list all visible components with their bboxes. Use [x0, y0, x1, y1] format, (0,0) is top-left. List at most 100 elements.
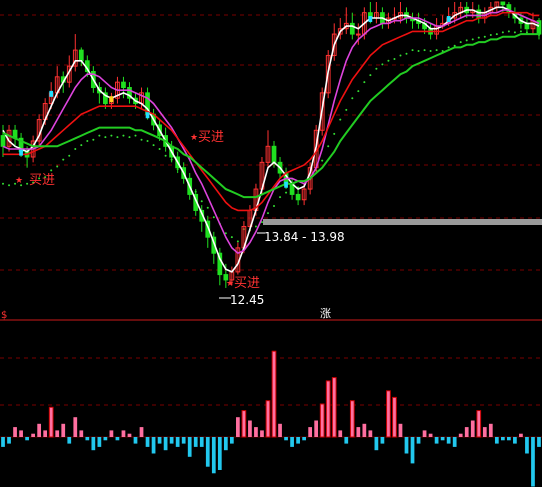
histogram-bar	[325, 380, 331, 438]
histogram-bar	[368, 430, 373, 437]
candle-marker	[49, 90, 54, 97]
color-markers	[19, 16, 451, 188]
histogram-bar	[265, 400, 271, 438]
band-dot	[164, 154, 167, 157]
histogram-bar	[241, 410, 247, 438]
band-dot	[110, 134, 113, 137]
signal-marker: ★	[15, 176, 23, 186]
volume-histogram	[0, 350, 542, 487]
signal-marker: ★	[226, 279, 234, 289]
band-dot	[351, 97, 354, 100]
band-dot	[447, 46, 450, 49]
candle-body	[349, 22, 355, 35]
histogram-bar	[349, 400, 355, 438]
histogram-bar	[223, 437, 228, 451]
histogram-bar	[217, 437, 222, 470]
band-dot	[513, 31, 516, 34]
histogram-bar	[73, 417, 78, 437]
band-dot	[8, 184, 11, 187]
band-dot	[393, 58, 396, 61]
histogram-bar	[133, 437, 138, 444]
band-dot	[230, 236, 233, 239]
candle-body	[295, 193, 301, 201]
histogram-bar	[290, 437, 294, 447]
band-dot	[465, 39, 468, 42]
candle-body	[78, 49, 84, 62]
band-dot	[399, 54, 402, 57]
histogram-bar	[500, 437, 505, 441]
low-label: 12.45	[230, 293, 264, 307]
histogram-bar	[464, 427, 469, 437]
histogram-bar	[488, 423, 493, 437]
band-dot	[411, 49, 414, 52]
band-dot	[26, 182, 29, 185]
histogram-bar	[410, 437, 415, 464]
signal-label: 买进	[29, 173, 55, 188]
candle-marker	[109, 96, 114, 103]
band-dot	[345, 108, 348, 111]
histogram-bar	[284, 437, 288, 441]
histogram-bar	[121, 430, 126, 437]
band-dot	[477, 36, 480, 39]
histogram-bar	[211, 437, 216, 474]
lower-indicator-label: 涨	[320, 307, 331, 320]
signal-annotation-2: ★ 买进	[190, 130, 224, 145]
histogram-bar	[537, 437, 541, 447]
histogram-bar	[507, 437, 511, 441]
candle-marker	[368, 16, 373, 23]
band-dot	[453, 44, 456, 47]
histogram-bar	[446, 437, 451, 444]
histogram-bar	[193, 437, 198, 447]
signal-label: 买进	[234, 276, 260, 291]
signal-annotation-1: ★ 买进	[15, 173, 55, 188]
histogram-bar	[362, 423, 367, 437]
band-dot	[387, 59, 390, 62]
band-dot	[134, 134, 137, 137]
histogram-bar	[404, 437, 409, 454]
band-dot	[501, 31, 504, 34]
histogram-bar	[374, 437, 379, 451]
candle-marker	[284, 181, 288, 188]
histogram-bar	[494, 437, 499, 444]
histogram-bar	[67, 437, 72, 444]
histogram-bar	[139, 427, 144, 437]
histogram-bar	[151, 437, 156, 454]
histogram-bar	[103, 437, 108, 441]
histogram-bar	[205, 437, 210, 467]
histogram-bar	[48, 406, 54, 438]
histogram-bar	[434, 437, 439, 444]
histogram-bar	[115, 437, 120, 441]
band-dot	[104, 136, 107, 139]
stock-chart: ★ 买进 ★ 买进 ★ 买进 13.84 - 13.98 12.45 $ 涨	[0, 1, 542, 487]
histogram-bar	[175, 437, 180, 447]
band-dot	[483, 35, 486, 38]
band-dot	[435, 49, 438, 52]
histogram-bar	[338, 430, 343, 437]
band-dot	[357, 90, 360, 93]
histogram-bar	[416, 437, 421, 444]
histogram-bar	[531, 437, 535, 487]
band-dot	[339, 118, 342, 121]
histogram-bar	[525, 437, 529, 454]
signal-annotation-3: ★ 买进	[226, 276, 260, 291]
band-dot	[68, 154, 71, 157]
histogram-bar	[43, 430, 48, 437]
band-dot	[363, 81, 366, 84]
price-range-band	[263, 219, 542, 225]
band-dot	[86, 139, 89, 142]
histogram-bar	[308, 427, 313, 437]
range-label: 13.84 - 13.98	[264, 230, 345, 244]
band-dot	[507, 30, 510, 33]
band-dot	[495, 33, 498, 36]
band-dot	[74, 147, 77, 150]
histogram-bar	[392, 396, 397, 438]
histogram-bar	[398, 423, 403, 437]
volume-grid	[0, 357, 542, 406]
band-dot	[471, 38, 474, 41]
band-dot	[152, 144, 155, 147]
band-dot	[375, 67, 378, 70]
histogram-bar	[25, 437, 29, 441]
histogram-bar	[254, 427, 258, 437]
band-dot	[333, 132, 336, 135]
range-annotation: 13.84 - 13.98	[257, 230, 345, 244]
